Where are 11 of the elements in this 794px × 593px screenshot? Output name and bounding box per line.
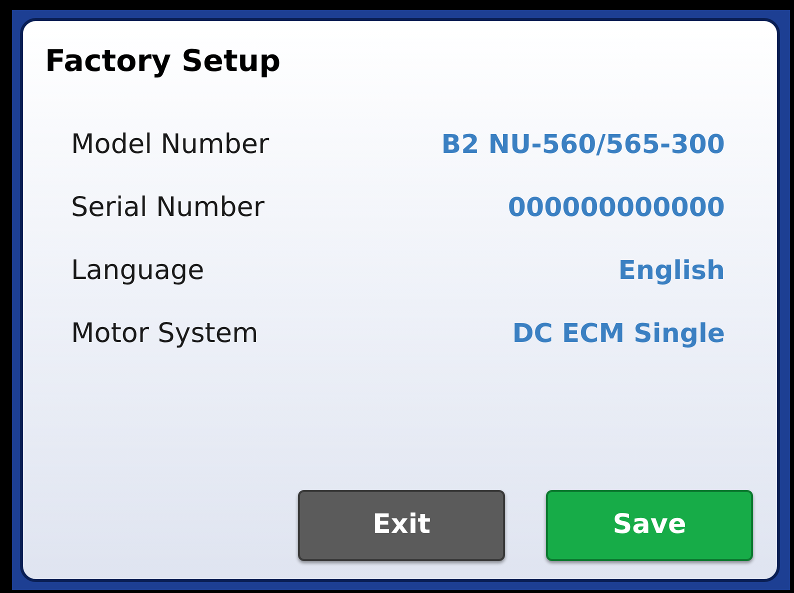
setting-value[interactable]: English — [618, 252, 725, 291]
setting-value[interactable]: DC ECM Single — [512, 315, 725, 354]
setting-value[interactable]: B2 NU-560/565-300 — [441, 126, 725, 165]
setting-label: Model Number — [71, 128, 270, 162]
exit-button[interactable]: Exit — [298, 490, 505, 561]
setting-label: Language — [71, 254, 204, 288]
setting-label: Motor System — [71, 317, 258, 352]
save-button[interactable]: Save — [546, 490, 753, 561]
setting-value[interactable]: 000000000000 — [508, 189, 725, 228]
dialog-title: Factory Setup — [45, 47, 282, 77]
setting-label: Serial Number — [71, 191, 264, 226]
